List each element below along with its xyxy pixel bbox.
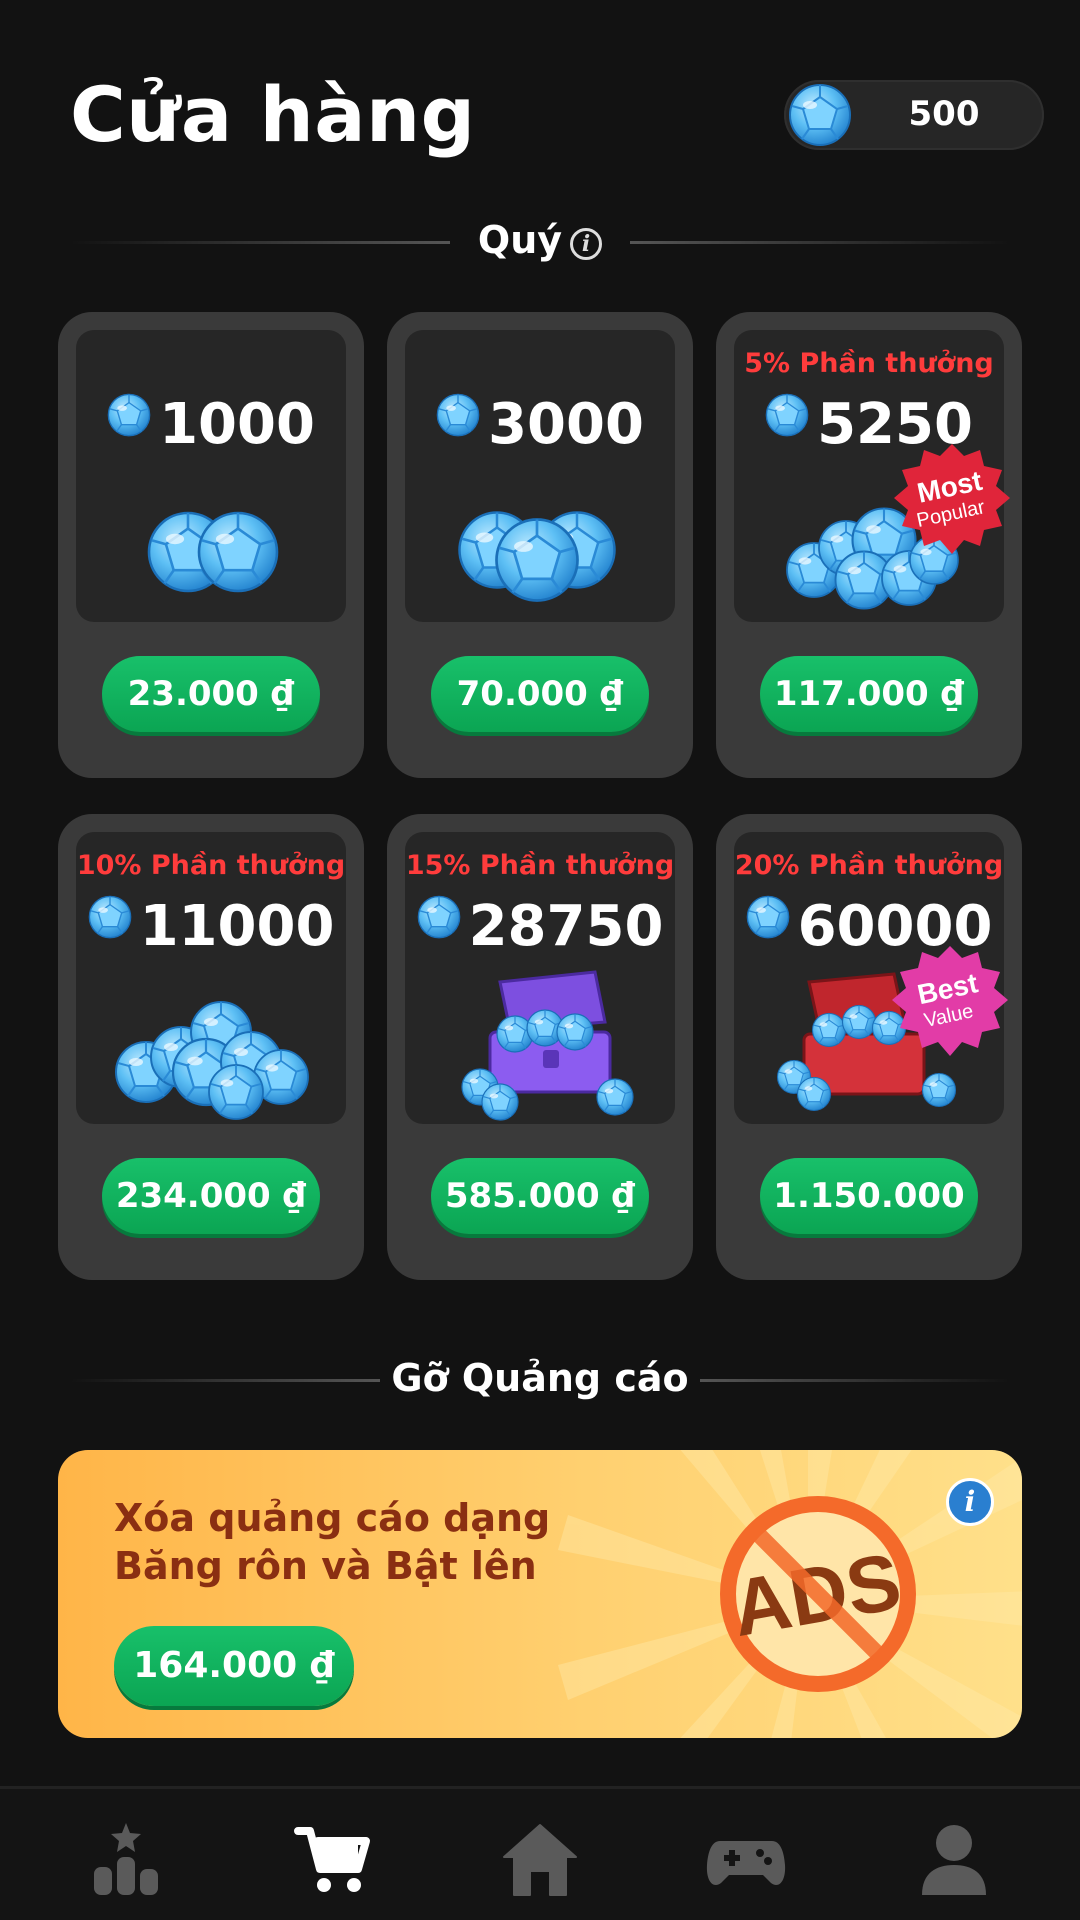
gem-icon: [417, 895, 460, 939]
bottom-navigation: [0, 1786, 1080, 1920]
section-header-gems: Quý i: [70, 212, 1010, 272]
buy-button[interactable]: 70.000 ₫: [431, 656, 649, 732]
bonus-label: 15% Phần thưởng: [405, 850, 675, 881]
buy-button[interactable]: 585.000 ₫: [431, 1158, 649, 1234]
gem-pack-amount: 11000: [76, 894, 346, 959]
info-icon[interactable]: i: [946, 1478, 994, 1526]
most-popular-badge: Most Popular: [894, 444, 1010, 554]
gem-pack-card[interactable]: 1000 23.000 ₫: [58, 312, 364, 778]
gem-pack-card[interactable]: 10% Phần thưởng 11000 234.000 ₫: [58, 814, 364, 1280]
gem-icon: [765, 393, 809, 437]
gem-pack-panel: 15% Phần thưởng 28750: [405, 832, 675, 1124]
no-ads-icon: ADS: [720, 1496, 916, 1692]
gem-pack-panel: 10% Phần thưởng 11000: [76, 832, 346, 1124]
gem-pack-amount: 28750: [405, 894, 675, 959]
remove-ads-description: Xóa quảng cáo dạng Băng rôn và Bật lên: [114, 1494, 574, 1590]
buy-button[interactable]: 117.000 ₫: [760, 656, 978, 732]
remove-ads-line2: Băng rôn và Bật lên: [114, 1544, 537, 1588]
gamepad-icon[interactable]: [706, 1819, 786, 1899]
treasure-chest-purple-icon: [461, 970, 634, 1121]
best-value-badge: Best Value: [892, 946, 1008, 1056]
info-icon[interactable]: i: [570, 228, 603, 260]
gem-pack-amount: 3000: [405, 392, 675, 457]
gem-pack-panel: 3000: [405, 330, 675, 622]
home-icon[interactable]: [500, 1819, 580, 1899]
bonus-label: 5% Phần thưởng: [744, 348, 994, 379]
gem-pile-small-icon: [147, 511, 279, 593]
section-title: Quý i: [70, 218, 1010, 262]
gem-pack-card[interactable]: 20% Phần thưởng 60000 Best Value 1.150.0…: [716, 814, 1022, 1280]
gem-pack-card[interactable]: 3000 70.000 ₫: [387, 312, 693, 778]
bonus-label: 10% Phần thưởng: [76, 850, 346, 881]
gem-pack-amount: 1000: [76, 392, 346, 457]
cart-icon[interactable]: [294, 1819, 374, 1899]
buy-button[interactable]: 1.150.000: [760, 1158, 978, 1234]
leaderboard-icon[interactable]: [86, 1819, 166, 1899]
buy-button[interactable]: 234.000 ₫: [102, 1158, 320, 1234]
gem-pile-icon: [458, 511, 616, 602]
gem-icon: [789, 84, 851, 146]
gem-amount-text: 3000: [488, 392, 644, 457]
gem-icon: [88, 895, 131, 939]
gem-pack-panel: 1000: [76, 330, 346, 622]
gem-heap-large-icon: [115, 1001, 309, 1120]
profile-icon[interactable]: [914, 1819, 994, 1899]
gem-pack-card[interactable]: 15% Phần thưởng 28750 585.000 ₫: [387, 814, 693, 1280]
gem-amount-text: 11000: [139, 894, 335, 959]
gem-amount-text: 1000: [159, 392, 315, 457]
buy-button[interactable]: 23.000 ₫: [102, 656, 320, 732]
page-title: Cửa hàng: [70, 70, 476, 159]
gem-amount-text: 28750: [468, 894, 664, 959]
remove-ads-buy-button[interactable]: 164.000 ₫: [114, 1626, 354, 1706]
gem-icon: [436, 393, 480, 437]
section-header-remove-ads: Gỡ Quảng cáo: [70, 1350, 1010, 1410]
section-title: Gỡ Quảng cáo: [391, 1356, 689, 1400]
gem-balance[interactable]: 500: [784, 80, 1044, 150]
section-title-text: Quý: [477, 218, 563, 262]
remove-ads-line1: Xóa quảng cáo dạng: [114, 1496, 551, 1540]
bonus-label: 20% Phần thưởng: [734, 850, 1004, 881]
gem-pack-card[interactable]: 5% Phần thưởng 5250 Most Popular 117.000…: [716, 312, 1022, 778]
gem-icon: [746, 895, 789, 939]
remove-ads-banner[interactable]: Xóa quảng cáo dạng Băng rôn và Bật lên 1…: [58, 1450, 1022, 1738]
shop-screen: Cửa hàng 500 Quý i 1000 23.000 ₫ 3000 70…: [0, 0, 1080, 1920]
gem-balance-value: 500: [908, 94, 980, 134]
gem-icon: [107, 393, 151, 437]
